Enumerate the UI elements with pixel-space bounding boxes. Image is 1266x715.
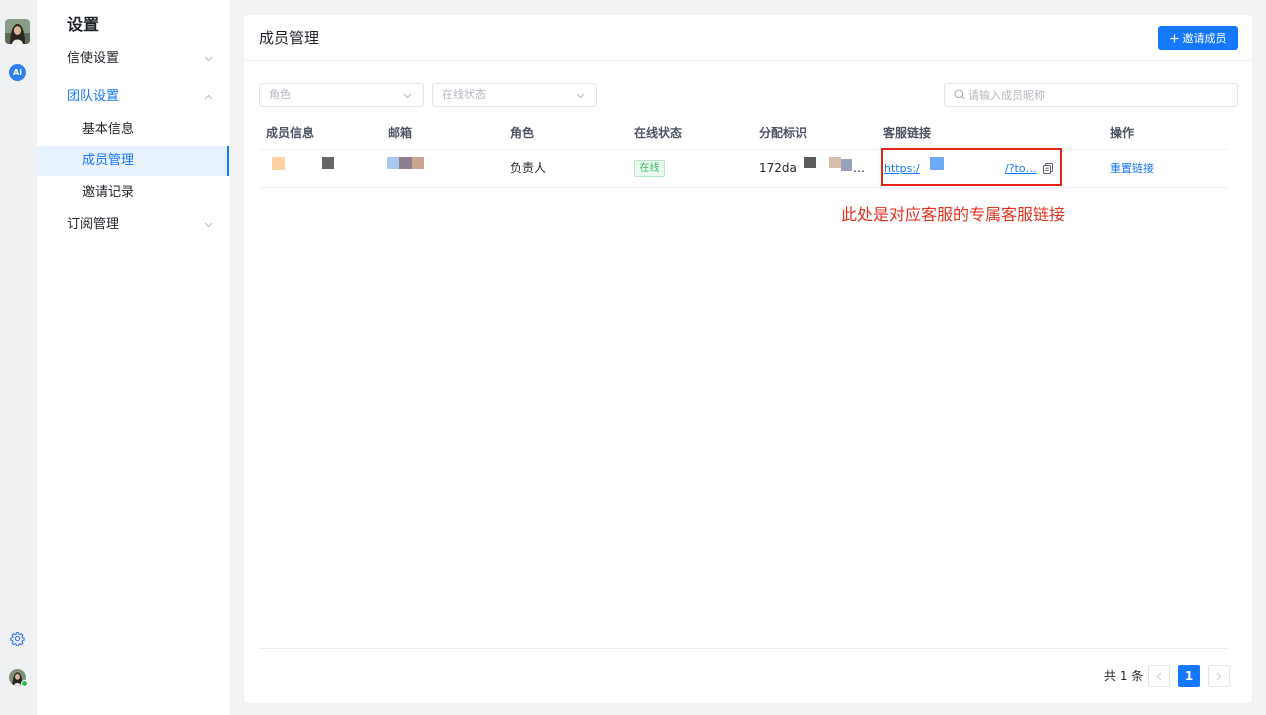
member-info-cell: [259, 150, 388, 187]
sidebar-item-label: 基本信息: [82, 122, 135, 137]
sidebar-group-messenger-settings[interactable]: 信使设置: [37, 44, 229, 74]
sidebar-group-subscription[interactable]: 订阅管理: [37, 210, 229, 240]
select-placeholder: 在线状态: [442, 88, 486, 101]
pagination-current-page[interactable]: 1: [1178, 665, 1200, 687]
footer-divider: [259, 648, 1228, 649]
chevron-right-icon: [1216, 672, 1222, 680]
sidebar-group-label: 订阅管理: [67, 217, 120, 232]
annotation-text: 此处是对应客服的专属客服链接: [841, 205, 1066, 224]
email-cell: [387, 150, 510, 187]
chevron-down-icon: [403, 93, 412, 99]
redacted-block: [804, 157, 816, 168]
chevron-left-icon: [1156, 672, 1162, 680]
sidebar-item-basic-info[interactable]: 基本信息: [37, 115, 229, 145]
sidebar-item-member-management[interactable]: 成员管理: [37, 146, 229, 176]
pagination-total: 共 1 条: [1104, 669, 1144, 683]
page-title: 成员管理: [259, 29, 320, 47]
sidebar-group-label: 团队设置: [67, 89, 120, 104]
redacted-block: [930, 157, 944, 170]
redacted-block: [322, 157, 334, 169]
role-filter-select[interactable]: 角色: [259, 83, 424, 107]
link-text-tail: /?to…: [1005, 162, 1037, 175]
sidebar-item-label: 邀请记录: [82, 185, 135, 200]
assign-id-ellipsis: …: [853, 161, 865, 175]
online-status-filter-select[interactable]: 在线状态: [432, 83, 597, 107]
member-search-input[interactable]: [968, 84, 1230, 106]
redacted-block: [841, 159, 852, 171]
copy-icon[interactable]: [1043, 163, 1053, 174]
search-icon: [954, 89, 965, 100]
assign-id-text: 172da: [759, 161, 797, 175]
invite-member-label: 邀请成员: [1182, 32, 1227, 45]
online-status-dot: [21, 680, 28, 687]
service-link-cell: https:/ /?to…: [881, 148, 1110, 187]
column-header-service-link: 客服链接: [883, 126, 932, 140]
avatar-image: [5, 19, 30, 44]
customer-service-link[interactable]: https:/ /?to…: [883, 150, 1039, 187]
ai-assistant-icon[interactable]: Ai: [9, 64, 26, 81]
table-row: 负责人 在线 172da … https:/ /?to… 重置链接: [259, 148, 1228, 188]
pagination-next-button[interactable]: [1208, 665, 1230, 687]
assign-id-cell: 172da …: [759, 150, 883, 187]
sidebar-group-label: 信使设置: [67, 51, 120, 66]
chevron-up-icon: [204, 94, 213, 100]
role-cell: 负责人: [510, 161, 547, 175]
plus-icon: [1170, 34, 1178, 42]
actions-cell: 重置链接: [1110, 150, 1228, 187]
status-badge: 在线: [634, 160, 665, 177]
sidebar-title: 设置: [67, 15, 100, 34]
online-status-cell: 在线: [634, 150, 759, 187]
link-text-head: https:/: [884, 162, 920, 175]
member-search-box: [944, 83, 1238, 107]
select-placeholder: 角色: [269, 88, 291, 101]
column-header-member-info: 成员信息: [266, 126, 315, 140]
chevron-down-icon: [576, 93, 585, 99]
chevron-down-icon: [204, 56, 213, 62]
redacted-block: [829, 157, 841, 168]
sidebar-item-invite-records[interactable]: 邀请记录: [37, 178, 229, 208]
member-table: 成员信息 邮箱 角色 在线状态 分配标识 客服链接 操作 负责人 在线 172d…: [259, 117, 1228, 188]
sidebar-group-team-settings[interactable]: 团队设置: [37, 82, 229, 112]
redacted-block: [387, 157, 399, 169]
app-rail: Ai: [0, 0, 37, 715]
sidebar-item-label: 成员管理: [82, 153, 135, 168]
column-header-actions: 操作: [1110, 126, 1135, 140]
reset-link-button[interactable]: 重置链接: [1110, 162, 1154, 175]
table-header: 成员信息 邮箱 角色 在线状态 分配标识 客服链接 操作: [259, 117, 1228, 150]
chevron-down-icon: [204, 222, 213, 228]
gear-icon[interactable]: [10, 631, 25, 646]
redacted-block: [412, 157, 424, 169]
column-header-online-status: 在线状态: [634, 126, 683, 140]
settings-sidebar: 设置 信使设置 团队设置 基本信息 成员管理 邀请记录 订阅管理: [37, 0, 229, 715]
column-header-assign-id: 分配标识: [759, 126, 808, 140]
member-management-panel: 成员管理 邀请成员 角色 在线状态 成员信息 邮箱 角色 在线状态 分配标识 客…: [244, 15, 1252, 703]
user-avatar[interactable]: [9, 669, 28, 687]
column-header-role: 角色: [510, 126, 535, 140]
header-divider: [244, 60, 1252, 61]
workspace-avatar[interactable]: [5, 19, 30, 44]
pagination-prev-button[interactable]: [1148, 665, 1170, 687]
redacted-block: [272, 157, 285, 170]
column-header-email: 邮箱: [388, 126, 413, 140]
redacted-block: [399, 157, 412, 169]
invite-member-button[interactable]: 邀请成员: [1158, 26, 1238, 50]
